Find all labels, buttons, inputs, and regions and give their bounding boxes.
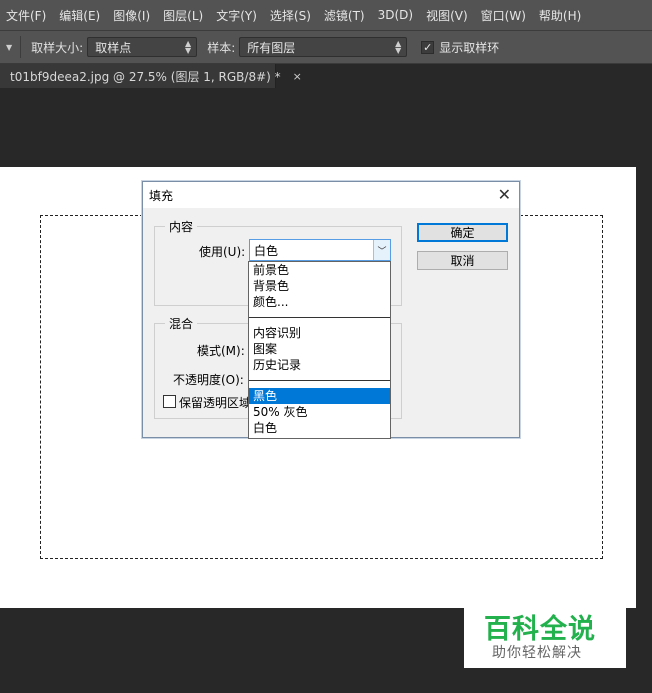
- up-down-icon: ▲ ▼: [185, 39, 192, 55]
- menu-image[interactable]: 图像(I): [113, 7, 150, 24]
- content-group-label: 内容: [165, 218, 198, 235]
- close-icon[interactable]: ×: [293, 70, 302, 83]
- option-color[interactable]: 颜色...: [249, 294, 390, 310]
- sample-label: 样本:: [207, 40, 236, 55]
- preserve-transparency-label: 保留透明区域: [179, 396, 252, 410]
- use-select[interactable]: 白色 ﹀: [249, 239, 391, 261]
- menu-3d[interactable]: 3D(D): [378, 8, 413, 22]
- tool-preset-dropdown-icon[interactable]: ▼: [6, 43, 12, 52]
- use-value: 白色: [254, 243, 279, 258]
- option-white[interactable]: 白色: [249, 420, 390, 436]
- menu-select[interactable]: 选择(S): [270, 7, 311, 24]
- cancel-button[interactable]: 取消: [417, 251, 508, 270]
- sample-size-label: 取样大小:: [31, 40, 84, 55]
- sample-value: 所有图层: [247, 40, 296, 55]
- menu-layer[interactable]: 图层(L): [163, 7, 203, 24]
- watermark-subtitle: 助你轻松解决: [492, 645, 582, 661]
- option-pattern[interactable]: 图案: [249, 341, 390, 357]
- ok-button[interactable]: 确定: [417, 223, 508, 242]
- divider: [249, 380, 390, 381]
- option-background-color[interactable]: 背景色: [249, 278, 390, 294]
- chevron-down-icon[interactable]: ﹀: [373, 240, 390, 260]
- options-bar: ▼ 取样大小: 取样点 ▲ ▼ 样本: 所有图层 ▲ ▼ ✓ 显示取样环: [0, 30, 652, 64]
- document-tab-bar: t01bf9deea2.jpg @ 27.5% (图层 1, RGB/8#) *…: [0, 64, 652, 88]
- menu-help[interactable]: 帮助(H): [539, 7, 581, 24]
- preserve-transparency-checkbox[interactable]: [163, 395, 176, 408]
- show-ring-label: 显示取样环: [439, 40, 500, 55]
- menu-view[interactable]: 视图(V): [426, 7, 468, 24]
- menu-filter[interactable]: 滤镜(T): [324, 7, 365, 24]
- up-down-icon: ▲ ▼: [395, 39, 402, 55]
- close-icon[interactable]: ✕: [498, 185, 511, 204]
- option-foreground-color[interactable]: 前景色: [249, 262, 390, 278]
- menu-type[interactable]: 文字(Y): [216, 7, 257, 24]
- use-dropdown-list: 前景色 背景色 颜色... 内容识别 图案 历史记录 黑色 50% 灰色 白色: [248, 261, 391, 439]
- blend-group-label: 混合: [165, 315, 198, 332]
- use-label: 使用(U):: [199, 245, 246, 259]
- watermark-title: 百科全说: [484, 614, 596, 645]
- document-tab-title: t01bf9deea2.jpg @ 27.5% (图层 1, RGB/8#) *: [10, 69, 281, 84]
- option-black[interactable]: 黑色: [249, 388, 390, 404]
- watermark: 百科全说 助你轻松解决: [464, 604, 626, 668]
- option-history[interactable]: 历史记录: [249, 357, 390, 373]
- divider: [20, 36, 22, 58]
- opacity-label: 不透明度(O):: [173, 373, 244, 387]
- mode-label: 模式(M):: [197, 344, 245, 358]
- dialog-title: 填充: [143, 182, 519, 208]
- sample-size-select[interactable]: 取样点 ▲ ▼: [87, 37, 198, 57]
- sample-select[interactable]: 所有图层 ▲ ▼: [239, 37, 408, 57]
- menu-bar: 文件(F) 编辑(E) 图像(I) 图层(L) 文字(Y) 选择(S) 滤镜(T…: [0, 0, 652, 30]
- document-tab[interactable]: t01bf9deea2.jpg @ 27.5% (图层 1, RGB/8#) *…: [0, 64, 302, 88]
- menu-window[interactable]: 窗口(W): [481, 7, 526, 24]
- option-content-aware[interactable]: 内容识别: [249, 325, 390, 341]
- sample-size-value: 取样点: [95, 40, 132, 55]
- menu-file[interactable]: 文件(F): [6, 7, 46, 24]
- option-50-gray[interactable]: 50% 灰色: [249, 404, 390, 420]
- show-ring-checkbox[interactable]: ✓: [421, 40, 435, 54]
- menu-edit[interactable]: 编辑(E): [59, 7, 100, 24]
- divider: [249, 317, 390, 318]
